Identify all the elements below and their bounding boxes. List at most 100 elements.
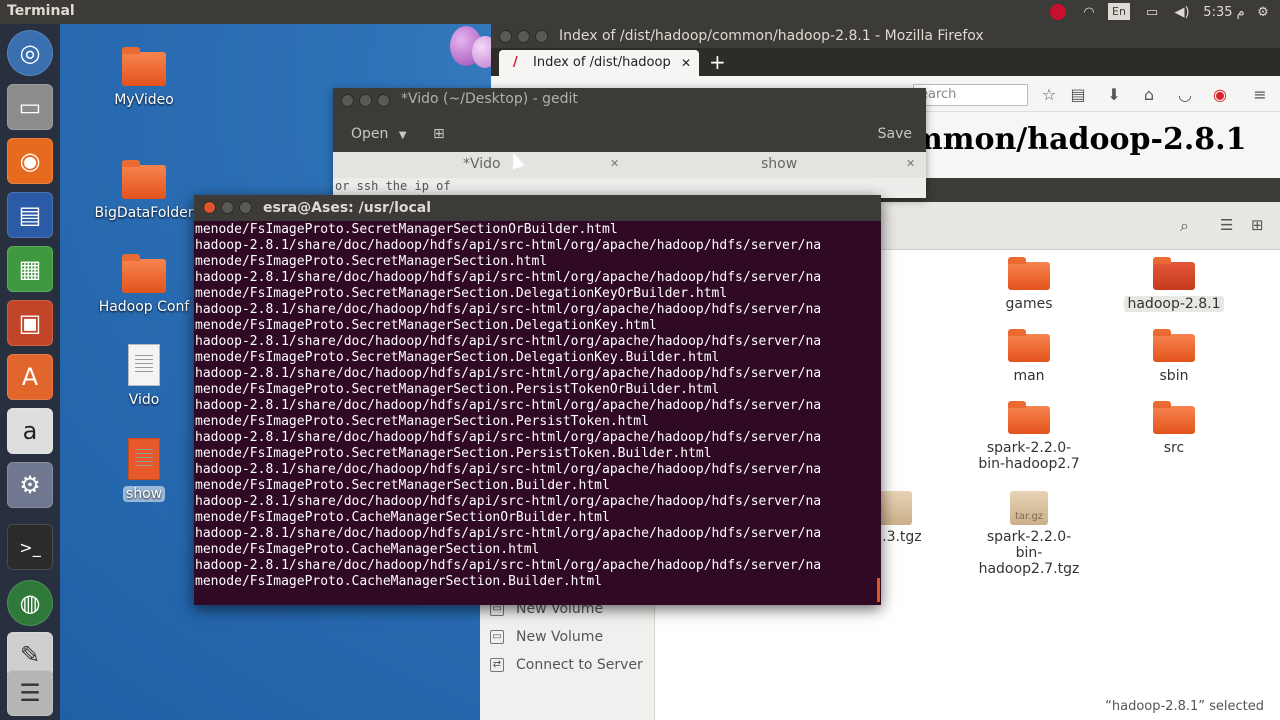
volume-icon[interactable]: ◀) xyxy=(1172,2,1192,22)
ubuntu-dash-icon[interactable]: ◎ xyxy=(7,30,53,76)
new-tab-button[interactable]: ⊞ xyxy=(419,120,459,148)
terminal-line: menode/FsImageProto.SecretManagerSection… xyxy=(195,318,657,333)
maximize-icon[interactable] xyxy=(535,30,548,43)
menu-icon[interactable]: ≡ xyxy=(1249,84,1271,106)
record-icon[interactable] xyxy=(1048,2,1068,22)
sidebar-item-new-volume[interactable]: ▭ New Volume xyxy=(490,629,603,645)
sidebar-item-label: Connect to Server xyxy=(516,657,643,673)
terminal-line: hadoop-2.8.1/share/doc/hadoop/hdfs/api/s… xyxy=(195,558,822,573)
minimize-icon[interactable] xyxy=(517,30,530,43)
terminal-line: menode/FsImageProto.CacheManagerSection.… xyxy=(195,574,602,589)
top-panel: Terminal ◠ En ▭ ◀) 5:35 م ⚙ xyxy=(0,0,1280,24)
desktop-icon-hadoop-conf[interactable]: Hadoop Conf xyxy=(94,254,194,315)
folder-item-hadoop-2.8.1[interactable]: hadoop-2.8.1 xyxy=(1119,257,1229,312)
folder-item-games[interactable]: games xyxy=(974,257,1084,312)
close-tab-icon[interactable]: ✕ xyxy=(610,157,619,170)
terminal-window-title: esra@Ases: /usr/local xyxy=(263,200,432,216)
terminal-line: menode/FsImageProto.SecretManagerSection… xyxy=(195,446,712,461)
search-icon[interactable]: ⌕ xyxy=(1180,216,1189,236)
gear-icon[interactable]: ⚙ xyxy=(1252,2,1274,22)
disk-icon[interactable]: ◍ xyxy=(7,580,53,626)
terminal-line: hadoop-2.8.1/share/doc/hadoop/hdfs/api/s… xyxy=(195,462,822,477)
save-button[interactable]: Save xyxy=(864,120,926,148)
files-icon[interactable]: ▭ xyxy=(7,84,53,130)
amazon-icon[interactable]: a xyxy=(7,408,53,454)
close-tab-icon[interactable]: ✕ xyxy=(906,157,915,170)
terminal-line: hadoop-2.8.1/share/doc/hadoop/hdfs/api/s… xyxy=(195,526,822,541)
editor-text[interactable]: or ssh the ip of xyxy=(335,179,451,193)
list-view-icon[interactable]: ☰ xyxy=(1220,216,1233,234)
terminal-line: hadoop-2.8.1/share/doc/hadoop/hdfs/api/s… xyxy=(195,430,822,445)
tab-vido[interactable]: *Vido xyxy=(463,156,501,172)
folder-item-src[interactable]: src xyxy=(1119,401,1229,456)
firefox-titlebar: Index of /dist/hadoop/common/hadoop-2.8.… xyxy=(491,24,1280,48)
folder-item-man[interactable]: man xyxy=(974,329,1084,384)
unity-launcher: ◎ ▭ ◉ ▤ ▦ ▣ A a ⚙ >_ ◍ ✎ ☰ xyxy=(0,24,60,720)
calc-icon[interactable]: ▦ xyxy=(7,246,53,292)
terminal-line: menode/FsImageProto.SecretManagerSection… xyxy=(195,414,649,429)
minimize-icon[interactable] xyxy=(359,94,372,107)
folder-icon xyxy=(1153,401,1195,434)
gedit-window-title: *Vido (~/Desktop) - gedit xyxy=(401,91,578,107)
close-tab-icon[interactable]: ✕ xyxy=(681,50,691,76)
scrollbar-indicator[interactable] xyxy=(877,578,880,602)
close-icon[interactable] xyxy=(203,201,216,214)
maximize-icon[interactable] xyxy=(377,94,390,107)
desktop-icon-vido[interactable]: Vido xyxy=(94,344,194,408)
keyboard-layout-indicator[interactable]: En xyxy=(1108,3,1130,20)
terminal-line: menode/FsImageProto.SecretManagerSection… xyxy=(195,478,610,493)
pocket-icon[interactable]: ◡ xyxy=(1174,84,1196,106)
clock[interactable]: 5:35 م xyxy=(1200,2,1248,22)
settings-icon[interactable]: ⚙ xyxy=(7,462,53,508)
software-center-icon[interactable]: A xyxy=(7,354,53,400)
writer-icon[interactable]: ▤ xyxy=(7,192,53,238)
text-document-icon xyxy=(128,344,160,386)
sidebar-item-connect-to-server[interactable]: ⇄ Connect to Server xyxy=(490,657,643,673)
terminal-line: hadoop-2.8.1/share/doc/hadoop/hdfs/api/s… xyxy=(195,238,822,253)
page-heading: mmon/hadoop-2.8.1 xyxy=(911,122,1247,157)
desktop-icon-bigdatafolder[interactable]: BigDataFolder xyxy=(94,160,194,221)
shield-icon[interactable]: ◉ xyxy=(1209,84,1231,106)
terminal-icon[interactable]: >_ xyxy=(7,524,53,570)
drive-icon: ▭ xyxy=(490,630,504,644)
folder-icon xyxy=(1008,401,1050,434)
trash-icon[interactable]: ☰ xyxy=(7,670,53,716)
folder-icon xyxy=(1153,257,1195,290)
presentation-document-icon xyxy=(128,438,160,480)
firefox-window-title: Index of /dist/hadoop/common/hadoop-2.8.… xyxy=(559,28,984,44)
file-label: src xyxy=(1163,440,1185,456)
reading-list-icon[interactable]: ▤ xyxy=(1067,84,1089,106)
close-icon[interactable] xyxy=(341,94,354,107)
tab-show[interactable]: show xyxy=(761,156,797,172)
download-icon[interactable]: ⬇ xyxy=(1103,84,1125,106)
impress-icon[interactable]: ▣ xyxy=(7,300,53,346)
tab-label: Index of /dist/hadoop xyxy=(533,55,671,70)
desktop-icon-myvideo[interactable]: MyVideo xyxy=(94,47,194,108)
bookmark-star-icon[interactable]: ☆ xyxy=(1038,84,1060,106)
battery-icon[interactable]: ▭ xyxy=(1140,2,1164,22)
search-input[interactable]: earch xyxy=(913,84,1028,106)
terminal-line: menode/FsImageProto.SecretManagerSection… xyxy=(195,350,720,365)
desktop-icon-label: BigDataFolder xyxy=(94,205,194,221)
open-button[interactable]: Open ▼ xyxy=(337,120,421,148)
desktop-icon-label: show xyxy=(122,486,166,502)
wifi-icon[interactable]: ◠ xyxy=(1078,2,1100,22)
firefox-icon[interactable]: ◉ xyxy=(7,138,53,184)
terminal-line: hadoop-2.8.1/share/doc/hadoop/hdfs/api/s… xyxy=(195,398,822,413)
close-icon[interactable] xyxy=(499,30,512,43)
minimize-icon[interactable] xyxy=(221,201,234,214)
firefox-tab[interactable]: / Index of /dist/hadoop ✕ xyxy=(499,50,699,76)
terminal-output[interactable]: menode/FsImageProto.SecretManagerSection… xyxy=(194,221,881,603)
maximize-icon[interactable] xyxy=(239,201,252,214)
folder-icon xyxy=(122,47,166,86)
archive-item-spark-tgz[interactable]: tar.gz spark-2.2.0-bin-hadoop2.7.tgz xyxy=(974,491,1084,577)
network-server-icon: ⇄ xyxy=(490,658,504,672)
desktop-icon-show[interactable]: show xyxy=(94,438,194,502)
folder-item-spark[interactable]: spark-2.2.0-bin-hadoop2.7 xyxy=(974,401,1084,472)
new-tab-icon[interactable]: + xyxy=(709,50,726,74)
terminal-line: hadoop-2.8.1/share/doc/hadoop/hdfs/api/s… xyxy=(195,334,822,349)
terminal-line: hadoop-2.8.1/share/doc/hadoop/hdfs/api/s… xyxy=(195,302,822,317)
grid-view-icon[interactable]: ⊞ xyxy=(1251,216,1264,234)
folder-item-sbin[interactable]: sbin xyxy=(1119,329,1229,384)
home-icon[interactable]: ⌂ xyxy=(1138,84,1160,106)
